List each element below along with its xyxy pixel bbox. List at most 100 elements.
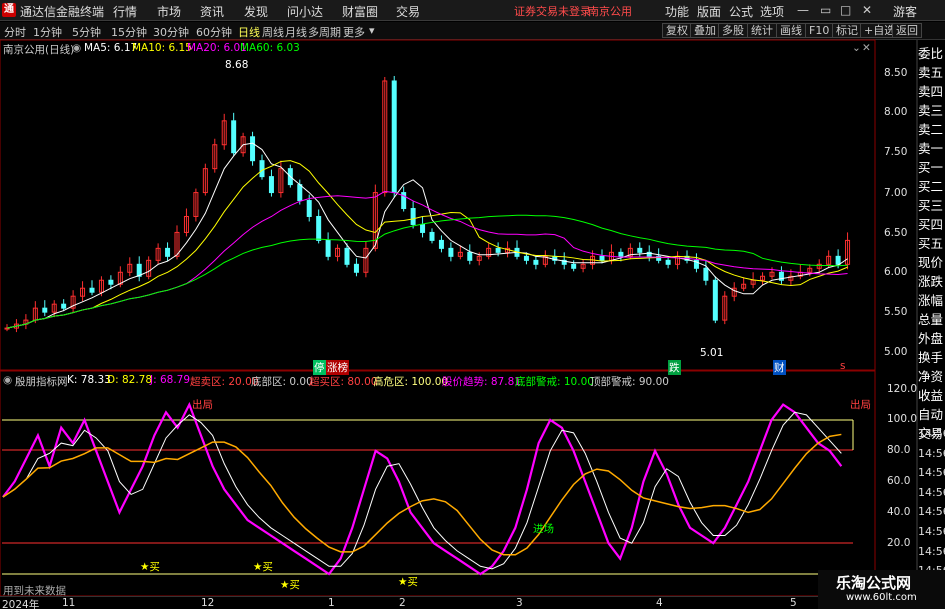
candle-body (571, 263, 577, 269)
signal-buy-4: ★买 (398, 576, 418, 588)
candle-body (835, 255, 841, 265)
ma10-line (6, 160, 848, 329)
ma60-line (6, 214, 848, 329)
app-window: 通 通达信金融终端 行情 市场 资讯 发现 问小达 财富圈 交易 证券交易未登录… (0, 0, 945, 609)
candle-body (495, 247, 501, 253)
signal-jinchang: 进场 (533, 523, 554, 535)
xtick-4: 4 (656, 597, 663, 609)
candle-body (467, 251, 473, 261)
tick-time: 14:56 (918, 466, 945, 480)
candle-body (391, 80, 397, 194)
quote-huanshou: 换手 (918, 350, 944, 365)
candle-body (429, 231, 435, 241)
candle-body (306, 200, 312, 217)
settings-icon[interactable]: ◉ (72, 42, 81, 54)
candle-body (325, 239, 331, 257)
quote-buy2: 买二 (918, 179, 944, 194)
dibu-value: 底部区: 0.00 (251, 376, 313, 388)
quote-mai2: 卖二 (918, 122, 944, 137)
ind-ytick-20: 20.0 (887, 537, 911, 549)
candle-body (618, 251, 624, 257)
marker-zhangbang[interactable]: 涨榜 (326, 360, 349, 375)
candle-body (523, 255, 529, 261)
candle-body (316, 215, 322, 241)
quote-waipan: 外盘 (918, 331, 944, 346)
ma20-line (6, 190, 848, 329)
ind-ytick-120: 120.0 (887, 383, 918, 395)
tick-time: 14:56 (918, 446, 945, 460)
candle-body (712, 279, 718, 321)
ytick-800: 8.00 (884, 106, 908, 118)
kline-panel-frame (0, 39, 876, 371)
quote-buy4: 买四 (918, 217, 944, 232)
marker-cai[interactable]: 财 (773, 360, 786, 375)
tick-time: 14:56 (918, 427, 945, 440)
quote-mai5: 卖五 (918, 65, 944, 80)
indicator-name: 殷朋指标网 (15, 376, 68, 388)
close-panel-icon[interactable]: ✕ (862, 42, 871, 54)
quote-mai1: 卖一 (918, 141, 944, 156)
indicator-panel-frame (0, 370, 876, 597)
dingbu-value: 顶部警戒: 90.00 (590, 376, 669, 388)
chaomai-value: 超卖区: 20.00 (190, 376, 259, 388)
quote-mai4: 卖四 (918, 84, 944, 99)
candle-body (448, 247, 454, 257)
quote-weibi: 委比 (918, 46, 944, 61)
j-line (2, 401, 843, 576)
candle-body (438, 239, 444, 249)
gaowei-value: 高危区: 100.00 (373, 376, 449, 388)
xtick-1: 1 (328, 597, 335, 609)
ma20-label: MA20: 6.01 (187, 42, 247, 54)
candle-body (533, 259, 539, 265)
quote-buy5: 买五 (918, 236, 944, 251)
watermark: 乐淘公式网 www.60lt.com (818, 570, 945, 609)
candle-body (410, 208, 416, 225)
candle-body (344, 247, 350, 265)
ma-lines (6, 142, 848, 329)
quote-zhangfu: 涨幅 (918, 293, 944, 308)
watermark-url: www.60lt.com (846, 592, 917, 603)
ytick-700: 7.00 (884, 187, 908, 199)
candle-body (108, 279, 114, 285)
candle-body (665, 259, 671, 265)
marker-red-s-icon[interactable]: s (840, 360, 845, 372)
xtick-3: 3 (516, 597, 523, 609)
xtick-2024: 2024年 (2, 599, 40, 609)
high-price-label: 8.68 (225, 59, 249, 71)
marker-die[interactable]: 跌 (668, 360, 681, 375)
quote-zhangdie: 涨跌 (918, 274, 944, 289)
candle-body (231, 120, 237, 154)
ma5-label: MA5: 6.17 (84, 42, 138, 54)
quote-buy1: 买一 (918, 160, 944, 175)
candle-body (42, 307, 48, 313)
candle-body (89, 287, 95, 293)
tick-time: 14:56 (918, 544, 945, 558)
candle-body (599, 255, 605, 261)
ind-ytick-100: 100.0 (887, 413, 918, 425)
ytick-750: 7.50 (884, 146, 908, 158)
tick-times: 14:56 14:56 14:56 14:56 14:56 14:56 14:5… (918, 424, 945, 581)
expand-icon[interactable]: ⌄ (852, 42, 861, 54)
k-value: K: 78.33 (67, 374, 111, 386)
chart-canvas[interactable] (0, 0, 945, 609)
candle-body (353, 263, 359, 273)
ind-ytick-60: 60.0 (887, 475, 911, 487)
candle-body (165, 247, 171, 257)
indicator-settings-icon[interactable]: ◉ (3, 374, 12, 386)
quote-zidong[interactable]: 自动 (918, 405, 945, 424)
candle-body (637, 247, 643, 253)
quote-jingzi: 净资 (918, 369, 944, 384)
quote-shouyi: 收益 (918, 388, 944, 403)
chaomaiq-value: 超买区: 80.00 (309, 376, 378, 388)
candle-body (250, 136, 256, 162)
quote-xianjia: 现价 (918, 255, 944, 270)
marker-ting[interactable]: 停 (313, 360, 326, 375)
ma10-label: MA10: 6.15 (132, 42, 192, 54)
j-value: J: 68.79 (150, 374, 191, 386)
quote-labels: 委比 卖五 卖四 卖三 卖二 卖一 买一 买二 买三 买四 买五 现价 涨跌 涨… (918, 44, 945, 443)
d-value: D: 82.78 (107, 374, 153, 386)
ytick-650: 6.50 (884, 227, 908, 239)
low-price-label: 5.01 (700, 347, 724, 359)
signal-buy-1: ★买 (140, 561, 160, 573)
candle-body (420, 223, 426, 233)
